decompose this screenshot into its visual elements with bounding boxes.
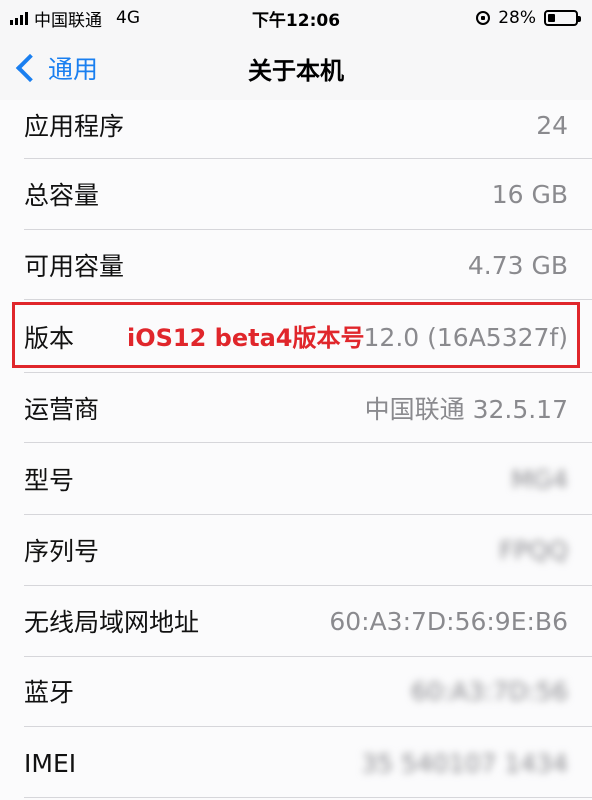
orientation-lock-icon bbox=[476, 11, 491, 25]
divider bbox=[24, 442, 592, 443]
about-list: 应用程序 24 总容量 16 GB 可用容量 4.73 GB 版本 12.0 (… bbox=[0, 100, 592, 800]
row-model: 型号 MG4 bbox=[0, 444, 592, 514]
row-label: 运营商 bbox=[24, 395, 100, 424]
signal-strength-icon bbox=[10, 11, 28, 25]
page-title: 关于本机 bbox=[248, 56, 344, 85]
row-label: 应用程序 bbox=[24, 112, 125, 141]
version-annotation: iOS12 beta4版本号 bbox=[127, 324, 365, 352]
row-label: 蓝牙 bbox=[24, 678, 75, 707]
row-carrier: 运营商 中国联通 32.5.17 bbox=[0, 373, 592, 443]
row-value: 中国联通 32.5.17 bbox=[364, 395, 568, 424]
status-left: 中国联通 4G bbox=[0, 6, 140, 31]
row-label: 序列号 bbox=[24, 537, 100, 566]
battery-fill bbox=[548, 14, 556, 22]
battery-percent: 28% bbox=[498, 8, 536, 28]
row-value-redacted: MG4 bbox=[511, 464, 568, 494]
row-value-redacted: 35 540107 1434 bbox=[361, 748, 568, 778]
row-bluetooth: 蓝牙 60:A3:7D:56 bbox=[0, 656, 592, 726]
row-value-redacted: FPQQ bbox=[499, 535, 568, 565]
row-value: 60:A3:7D:56:9E:B6 bbox=[329, 606, 568, 636]
back-button[interactable]: 通用 bbox=[12, 48, 98, 88]
row-value: 16 GB bbox=[491, 179, 568, 209]
row-available-capacity: 可用容量 4.73 GB bbox=[0, 230, 592, 300]
back-button-label: 通用 bbox=[48, 55, 99, 84]
status-bar: 中国联通 4G 下午12:06 28% bbox=[0, 0, 592, 36]
row-value: 12.0 (16A5327f) bbox=[363, 322, 568, 352]
network-type: 4G bbox=[116, 8, 140, 28]
status-right: 28% bbox=[476, 8, 592, 28]
chevron-left-icon bbox=[15, 53, 45, 83]
row-label: 可用容量 bbox=[24, 252, 125, 281]
divider bbox=[24, 797, 592, 798]
row-value: 4.73 GB bbox=[467, 250, 568, 280]
row-label: 型号 bbox=[24, 466, 75, 495]
carrier-name: 中国联通 bbox=[34, 10, 102, 31]
row-value: 24 bbox=[536, 110, 568, 140]
row-label: 版本 bbox=[24, 324, 75, 353]
row-label: IMEI bbox=[24, 748, 77, 778]
battery-icon bbox=[544, 10, 581, 26]
divider bbox=[24, 299, 592, 300]
row-total-capacity: 总容量 16 GB bbox=[0, 159, 592, 229]
row-serial: 序列号 FPQQ bbox=[0, 515, 592, 585]
divider bbox=[24, 726, 592, 727]
row-value-redacted: 60:A3:7D:56 bbox=[410, 676, 568, 706]
row-wifi-address: 无线局域网地址 60:A3:7D:56:9E:B6 bbox=[0, 586, 592, 656]
row-label: 无线局域网地址 bbox=[24, 608, 200, 637]
row-imei: IMEI 35 540107 1434 bbox=[0, 728, 592, 798]
row-apps: 应用程序 24 bbox=[0, 90, 592, 160]
row-label: 总容量 bbox=[24, 181, 100, 210]
